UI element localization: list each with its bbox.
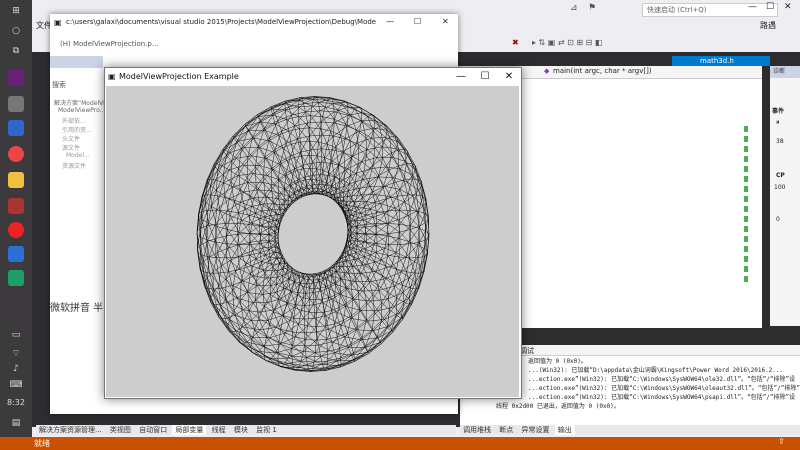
tab-breakpoints[interactable]: 断点 bbox=[496, 425, 516, 435]
console-icon: ▣ bbox=[54, 18, 62, 27]
console-title-bar: ▣ c:\users\galaxi\documents\visual studi… bbox=[50, 14, 458, 32]
solution-item-5[interactable]: 源文件 bbox=[62, 143, 80, 152]
solution-item-7[interactable]: 资源文件 bbox=[62, 161, 86, 170]
vs-notify-icon[interactable]: ⚑ bbox=[588, 3, 596, 13]
function-combo-icon: ◆ bbox=[544, 67, 550, 75]
console-close-button[interactable]: ✕ bbox=[442, 17, 449, 26]
output-source[interactable]: 调试 bbox=[520, 346, 534, 356]
app-maximize-button[interactable]: ☐ bbox=[473, 68, 497, 86]
start-icon[interactable]: ⊞ bbox=[6, 6, 26, 20]
event-label: 事件 bbox=[772, 108, 785, 115]
solution-item-1[interactable]: ModelViewPro... bbox=[58, 107, 105, 114]
diag-num-3: 100 bbox=[774, 184, 786, 191]
tab-threads[interactable]: 线程 bbox=[209, 425, 229, 435]
notification-icon[interactable]: ▤ bbox=[6, 418, 26, 432]
status-text: 就绪 bbox=[34, 439, 50, 448]
visual-studio-icon[interactable] bbox=[8, 70, 24, 86]
bottom-tabs-left: 解决方案资源管理... 类视图 自动窗口 局部变量 线程 模块 监视 1 bbox=[36, 425, 456, 435]
torus-edges bbox=[196, 96, 430, 372]
solution-item-2[interactable]: 外部依... bbox=[62, 116, 86, 125]
running-app-icon[interactable] bbox=[8, 270, 24, 286]
debug-icon[interactable]: ✖ bbox=[512, 38, 519, 47]
tab-class-view[interactable]: 类视图 bbox=[107, 425, 134, 435]
output-line-0: 返回值为 0 (0x0)。 bbox=[528, 358, 587, 365]
diag-num-4: 0 bbox=[776, 216, 780, 223]
output-line-3: ...ection.exe”(Win32): 已加载“C:\Windows\Sy… bbox=[528, 385, 800, 392]
app-window-icon: ▣ bbox=[108, 72, 116, 81]
app-close-button[interactable]: ✕ bbox=[497, 68, 521, 86]
tab-solution-explorer[interactable]: 解决方案资源管理... bbox=[36, 425, 105, 435]
browser-icon[interactable] bbox=[8, 120, 24, 136]
vs-filter-icon[interactable]: ⊿ bbox=[570, 3, 578, 13]
status-bar: 就绪 ⇪ bbox=[0, 437, 800, 450]
output-line-2: ...ection.exe”(Win32): 已加载“C:\Windows\Sy… bbox=[528, 376, 796, 383]
console-title: c:\users\galaxi\documents\visual studio … bbox=[66, 18, 376, 26]
app-icon[interactable] bbox=[8, 198, 24, 214]
console-maximize-button[interactable]: ☐ bbox=[414, 17, 421, 26]
tab-watch-1[interactable]: 监视 1 bbox=[253, 425, 280, 435]
solution-item-4[interactable]: 头文件 bbox=[62, 134, 80, 143]
volume-icon[interactable]: ♪ bbox=[6, 364, 26, 378]
battery-icon[interactable]: ▭ bbox=[6, 330, 26, 344]
tab-locals[interactable]: 局部变量 bbox=[172, 425, 207, 435]
cortana-icon[interactable]: ○ bbox=[6, 26, 26, 40]
render-canvas[interactable] bbox=[106, 86, 519, 397]
vs-maximize-button[interactable]: ☐ bbox=[766, 2, 774, 12]
toolbar-icons[interactable]: ▸ ⇅ ▣ ⇄ ⊡ ⊞ ⊟ ◧ bbox=[532, 38, 602, 47]
elephant-app-icon[interactable] bbox=[8, 96, 24, 112]
app-title: ModelViewProjection Example bbox=[119, 72, 239, 81]
console-minimize-button[interactable]: — bbox=[386, 17, 394, 26]
quick-launch-input[interactable]: 快速启动 (Ctrl+Q) bbox=[642, 3, 778, 17]
taskbar: ⊞ ○ ⧉ ▭ ⌔ ♪ ⌨ 8:32 ▤ bbox=[0, 0, 32, 437]
tab-output[interactable]: 输出 bbox=[554, 425, 575, 435]
torus-wireframe bbox=[196, 96, 430, 372]
clock[interactable]: 8:32 bbox=[6, 398, 26, 412]
cpu-label: CP bbox=[776, 172, 785, 179]
function-combo[interactable]: main(int argc, char * argv[]) bbox=[553, 67, 652, 75]
change-bar bbox=[744, 126, 748, 286]
keyboard-icon[interactable]: ⌨ bbox=[6, 380, 26, 394]
ime-indicator[interactable]: 微软拼音 半 bbox=[50, 299, 105, 319]
bottom-tabs-right: 调用堆栈 断点 异常设置 输出 bbox=[460, 425, 800, 435]
tab-autos[interactable]: 自动窗口 bbox=[136, 425, 170, 435]
chrome-icon[interactable] bbox=[8, 146, 24, 162]
user-name[interactable]: 路遇 bbox=[760, 20, 776, 31]
vs-close-button[interactable]: ✕ bbox=[784, 2, 792, 12]
solution-item-3[interactable]: 引用的资... bbox=[62, 125, 92, 134]
solution-item-6[interactable]: Model... bbox=[66, 152, 90, 159]
tab-exception-settings[interactable]: 异常设置 bbox=[518, 425, 552, 435]
status-right-icon[interactable]: ⇪ bbox=[778, 437, 785, 446]
output-line-1: ...(Win32): 已加载“D:\appdata\金山词霸\Kingsoft… bbox=[528, 367, 784, 374]
network-icon[interactable]: ⌔ bbox=[6, 348, 26, 362]
diagnostics-header: 诊断 bbox=[770, 66, 800, 78]
folder-icon[interactable] bbox=[8, 172, 24, 188]
pause-icon[interactable]: ⏸ bbox=[776, 118, 780, 127]
solution-search[interactable]: 搜索 bbox=[52, 80, 66, 90]
doc-tab-math3d[interactable]: math3d.h bbox=[672, 56, 770, 66]
solution-item-0[interactable]: 解决方案“ModelVi... bbox=[54, 98, 111, 107]
app-window[interactable]: ▣ ModelViewProjection Example — ☐ ✕ bbox=[104, 67, 522, 399]
diagnostics-panel[interactable]: 诊断 事件 ⏸ 38 CP 100 0 bbox=[770, 66, 800, 326]
netease-icon[interactable] bbox=[8, 222, 24, 238]
tab-call-stack[interactable]: 调用堆栈 bbox=[460, 425, 494, 435]
torus-mesh bbox=[196, 96, 430, 372]
wps-icon[interactable] bbox=[8, 246, 24, 262]
app-minimize-button[interactable]: — bbox=[449, 68, 473, 86]
diag-num-1: 38 bbox=[776, 138, 784, 145]
taskview-icon[interactable]: ⧉ bbox=[6, 46, 26, 60]
console-tab[interactable]: (H) ModelViewProjection.p... bbox=[60, 40, 159, 48]
output-line-4: ...ection.exe”(Win32): 已加载“C:\Windows\Sy… bbox=[528, 394, 796, 401]
app-title-bar[interactable]: ▣ ModelViewProjection Example — ☐ ✕ bbox=[105, 68, 521, 86]
output-line-5: 线程 0x2d00 已退出，返回值为 0 (0x0)。 bbox=[496, 403, 620, 410]
solution-panel-header bbox=[50, 56, 103, 68]
tab-modules[interactable]: 模块 bbox=[231, 425, 251, 435]
vs-minimize-button[interactable]: — bbox=[748, 2, 757, 12]
